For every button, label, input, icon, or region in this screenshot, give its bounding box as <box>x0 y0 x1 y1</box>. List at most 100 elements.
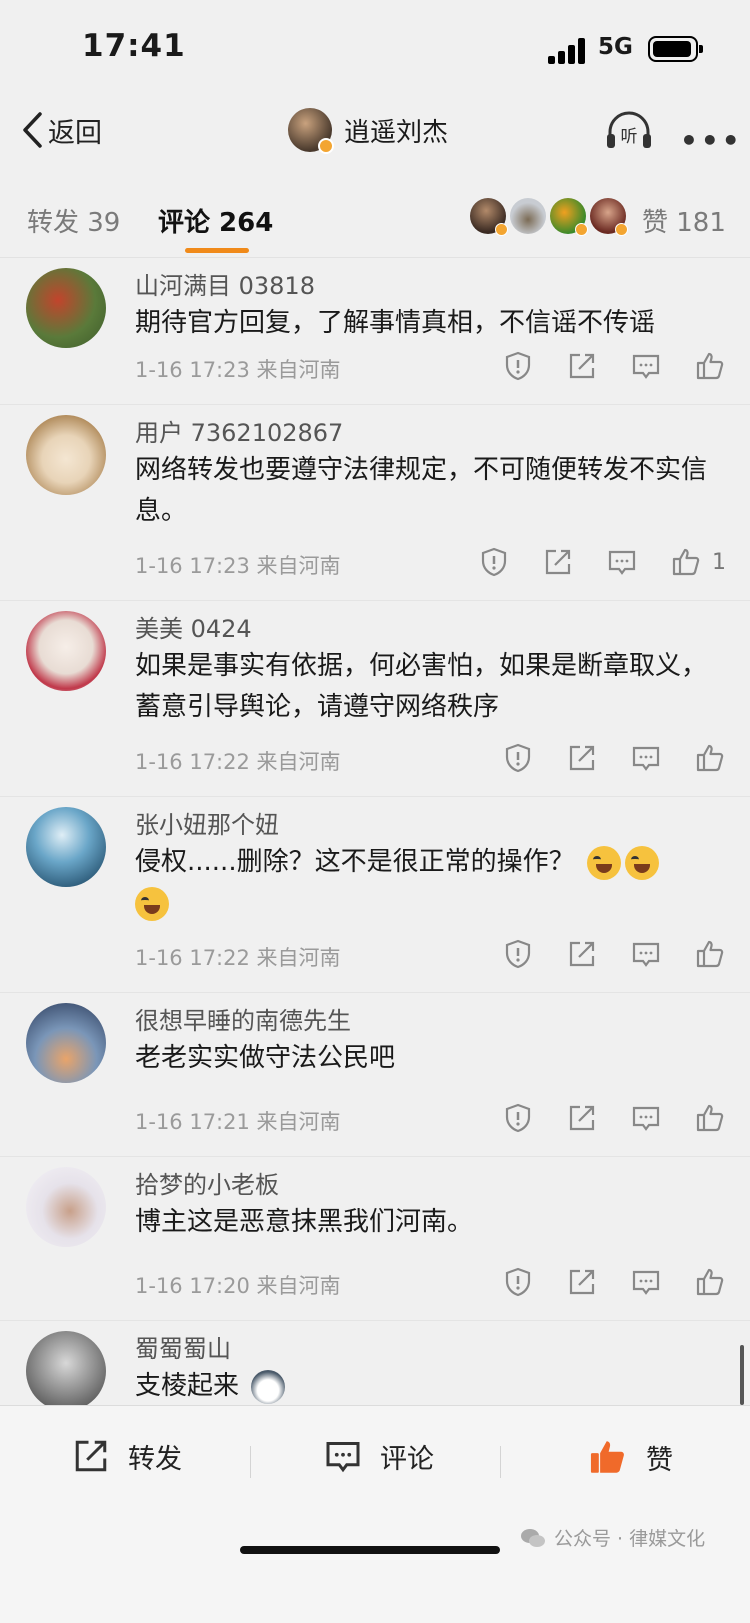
like-button[interactable] <box>694 350 726 382</box>
report-icon <box>505 743 531 773</box>
avatar[interactable] <box>26 611 106 691</box>
like-button[interactable] <box>694 1102 726 1134</box>
chevron-left-icon <box>23 112 42 148</box>
laugh-cry-emoji-icon <box>624 845 659 880</box>
comment-username[interactable]: 拾梦的小老板 <box>135 1165 279 1200</box>
comment-item[interactable]: 山河满目 03818 期待官方回复，了解事情真相，不信谣不传谣 1-16 17:… <box>0 258 750 405</box>
tab-comments[interactable]: 评论 264 <box>158 202 273 239</box>
verified-badge-icon <box>495 223 508 236</box>
scrollbar[interactable] <box>740 1345 744 1405</box>
report-button[interactable] <box>502 1266 534 1298</box>
share-button[interactable] <box>566 1266 598 1298</box>
report-button[interactable] <box>478 546 510 578</box>
signal-icon <box>548 38 588 64</box>
share-button[interactable] <box>566 1102 598 1134</box>
like-button[interactable] <box>694 938 726 970</box>
tab-bar: 转发 39 评论 264 赞 181 <box>0 176 750 258</box>
report-button[interactable] <box>502 1102 534 1134</box>
avatar[interactable] <box>26 1331 106 1411</box>
avatar <box>590 198 628 236</box>
tab-likes[interactable]: 赞 181 <box>642 202 726 239</box>
share-icon <box>569 745 595 771</box>
comment-text: 网络转发也要遵守法律规定，不可随便转发不实信息。 <box>135 455 708 526</box>
like-button[interactable] <box>694 742 726 774</box>
comment-text-body: 侵权......删除？这不是很正常的操作？ <box>135 847 575 877</box>
reply-button[interactable] <box>630 742 662 774</box>
share-button[interactable] <box>566 938 598 970</box>
reply-button[interactable] <box>630 1102 662 1134</box>
comment-username[interactable]: 蜀蜀蜀山 <box>135 1329 231 1364</box>
comment-username[interactable]: 很想早睡的南德先生 <box>135 1001 351 1036</box>
comment-meta: 1-16 17:23 来自河南 <box>135 554 341 578</box>
report-button[interactable] <box>502 350 534 382</box>
avatar[interactable] <box>26 1003 106 1083</box>
status-bar: 17:41 5G <box>0 0 750 96</box>
back-button[interactable]: 返回 <box>20 110 102 150</box>
avatar[interactable] <box>26 1167 106 1247</box>
nav-user[interactable]: 逍遥刘杰 <box>288 108 449 154</box>
share-button[interactable] <box>542 546 574 578</box>
back-label: 返回 <box>48 117 102 149</box>
share-icon <box>75 1440 107 1472</box>
report-icon <box>505 939 531 969</box>
comment-text: 期待官方回复，了解事情真相，不信谣不传谣 <box>135 308 656 338</box>
comment-item[interactable]: 拾梦的小老板 博主这是恶意抹黑我们河南。 1-16 17:20 来自河南 <box>0 1157 750 1321</box>
comment-icon <box>632 942 660 967</box>
comment-button[interactable]: 评论 <box>322 1436 434 1476</box>
battery-icon <box>648 36 703 62</box>
avatar[interactable] <box>288 108 334 154</box>
comment-username[interactable]: 美美 0424 <box>135 609 252 644</box>
comment-icon <box>632 354 660 379</box>
avatar[interactable] <box>26 807 106 887</box>
divider <box>500 1446 501 1478</box>
report-button[interactable] <box>502 742 534 774</box>
share-icon <box>569 353 595 379</box>
comment-username[interactable]: 山河满目 03818 <box>135 266 315 301</box>
share-button[interactable] <box>566 742 598 774</box>
comment-list: 山河满目 03818 期待官方回复，了解事情真相，不信谣不传谣 1-16 17:… <box>0 258 750 1451</box>
share-button[interactable] <box>566 350 598 382</box>
comment-meta: 1-16 17:22 来自河南 <box>135 946 341 970</box>
network-label: 5G <box>598 34 633 60</box>
comment-actions <box>470 350 726 382</box>
comment-text: 老老实实做守法公民吧 <box>135 1043 396 1073</box>
tab-repost[interactable]: 转发 39 <box>27 202 120 239</box>
listen-button[interactable]: 听 <box>604 108 654 154</box>
avatar[interactable] <box>26 268 106 348</box>
comment-username[interactable]: 张小妞那个妞 <box>135 805 279 840</box>
more-button[interactable]: ••• <box>680 124 743 157</box>
like-button[interactable] <box>670 546 702 578</box>
verified-badge-icon <box>615 223 628 236</box>
like-label: 赞 <box>646 1444 673 1476</box>
reply-button[interactable] <box>630 350 662 382</box>
reply-button[interactable] <box>630 938 662 970</box>
reply-button[interactable] <box>606 546 638 578</box>
verified-badge-icon <box>575 223 588 236</box>
avatar <box>470 198 508 236</box>
comment-icon <box>326 1442 360 1473</box>
nav-user-name: 逍遥刘杰 <box>344 117 449 148</box>
nav-bar: 返回 逍遥刘杰 听 ••• <box>0 96 750 176</box>
like-count: 1 <box>712 549 726 575</box>
comment-item[interactable]: 用户 7362102867 网络转发也要遵守法律规定，不可随便转发不实信息。 1… <box>0 405 750 601</box>
like-button[interactable] <box>694 1266 726 1298</box>
avatar[interactable] <box>26 415 106 495</box>
comment-text: 侵权......删除？这不是很正常的操作？ <box>135 842 715 924</box>
likers-avatars[interactable] <box>470 198 630 236</box>
comment-item[interactable]: 美美 0424 如果是事实有依据，何必害怕，如果是断章取义，蓄意引导舆论，请遵守… <box>0 601 750 797</box>
comment-item[interactable]: 很想早睡的南德先生 老老实实做守法公民吧 1-16 17:21 来自河南 <box>0 993 750 1157</box>
comment-label: 评论 <box>380 1443 434 1475</box>
husky-emoji-icon <box>251 1369 286 1404</box>
like-button[interactable]: 赞 <box>586 1436 673 1478</box>
reply-button[interactable] <box>630 1266 662 1298</box>
avatar <box>510 198 546 234</box>
repost-label: 转发 <box>128 1443 182 1475</box>
comment-text: 博主这是恶意抹黑我们河南。 <box>135 1207 474 1237</box>
repost-button[interactable]: 转发 <box>70 1436 182 1476</box>
comment-item[interactable]: 张小妞那个妞 侵权......删除？这不是很正常的操作？ 1-16 17:22 … <box>0 797 750 993</box>
comment-meta: 1-16 17:21 来自河南 <box>135 1110 341 1134</box>
report-button[interactable] <box>502 938 534 970</box>
comment-username[interactable]: 用户 7362102867 <box>135 413 343 448</box>
comment-icon <box>632 746 660 771</box>
home-indicator[interactable] <box>240 1546 500 1554</box>
